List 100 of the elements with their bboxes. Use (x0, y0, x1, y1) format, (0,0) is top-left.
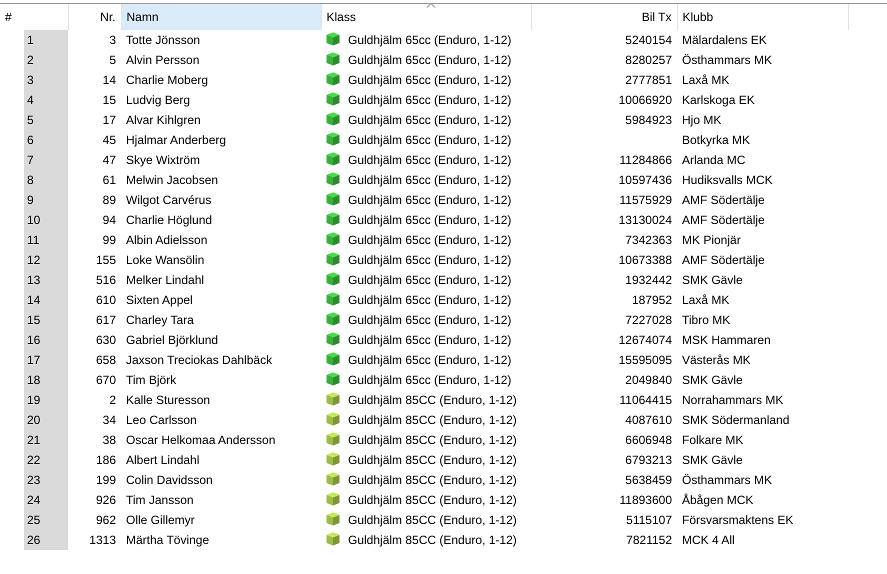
row-number: 14 (24, 290, 68, 310)
start-number: 45 (68, 130, 121, 150)
column-header[interactable]: Bil Tx (531, 4, 677, 30)
row-number: 25 (24, 510, 68, 530)
name-cell-text: Sixten Appel (125, 292, 194, 309)
transponder-cell-text: 2777851 (624, 72, 673, 89)
club-cell-text: SMK Gävle (681, 372, 744, 389)
start-number: 89 (68, 190, 121, 210)
class-name: Guldhjälm 85CC (Enduro, 1-12) (348, 433, 517, 447)
name-cell-text: Charlie Höglund (125, 212, 214, 229)
class-name: Guldhjälm 65cc (Enduro, 1-12) (348, 353, 512, 367)
class-name: Guldhjälm 85CC (Enduro, 1-12) (348, 533, 517, 547)
start-number: 94 (68, 210, 121, 230)
class-name: Guldhjälm 65cc (Enduro, 1-12) (348, 53, 512, 67)
club-cell-text: AMF Södertälje (681, 212, 766, 229)
name-cell-text: Wilgot Carvérus (125, 192, 212, 209)
transponder-cell-text: 7821152 (625, 532, 673, 549)
start-number: 186 (68, 450, 121, 470)
start-number: 34 (68, 410, 121, 430)
class-name: Guldhjälm 65cc (Enduro, 1-12) (348, 93, 512, 107)
start-number: 47 (68, 150, 121, 170)
club-cell-text: SMK Södermanland (681, 412, 790, 429)
transponder-cell-text: 5115107 (625, 512, 673, 529)
class-name: Guldhjälm 65cc (Enduro, 1-12) (348, 153, 512, 167)
club-cell-text: AMF Södertälje (681, 192, 766, 209)
row-number: 5 (24, 110, 68, 130)
name-cell-text: Gabriel Björklund (125, 332, 220, 349)
row-number: 4 (24, 90, 68, 110)
column-header[interactable]: Namn (121, 4, 321, 30)
row-number: 21 (24, 430, 68, 450)
class-name: Guldhjälm 65cc (Enduro, 1-12) (348, 333, 512, 347)
start-number: 610 (68, 290, 121, 310)
column-header[interactable]: Klass (321, 4, 531, 30)
row-number: 7 (24, 150, 68, 170)
name-cell-text: Albert Lindahl (125, 452, 200, 469)
club-cell-text: Tibro MK (681, 312, 732, 329)
class-name: Guldhjälm 65cc (Enduro, 1-12) (348, 73, 512, 87)
name-cell-text: Jaxson Treciokas Dahlbäck (125, 352, 274, 369)
row-number: 3 (24, 70, 68, 90)
class-name: Guldhjälm 65cc (Enduro, 1-12) (348, 213, 512, 227)
transponder-cell-text: 11284866 (618, 152, 673, 169)
class-name: Guldhjälm 85CC (Enduro, 1-12) (348, 513, 517, 527)
name-cell: Totte Jönsson (121, 30, 321, 50)
start-number: 14 (68, 70, 121, 90)
start-number: 617 (68, 310, 121, 330)
name-cell-text: Skye Wixtröm (125, 152, 202, 169)
start-number: 15 (68, 90, 121, 110)
row-number: 8 (24, 170, 68, 190)
transponder-cell-text: 10597436 (618, 172, 673, 189)
name-cell-text: Colin Davidsson (125, 472, 214, 489)
transponder-cell-text: 8280257 (624, 52, 673, 69)
club-cell-text: Åbågen MCK (681, 492, 754, 509)
name-cell-text: Olle Gillemyr (125, 512, 196, 529)
club-cell-text: MCK 4 All (681, 532, 736, 549)
row-number: 6 (24, 130, 68, 150)
club-cell-text: MSK Hammaren (681, 332, 772, 349)
class-name: Guldhjälm 65cc (Enduro, 1-12) (348, 293, 512, 307)
transponder-cell-text: 11064415 (618, 392, 673, 409)
start-number: 38 (68, 430, 121, 450)
name-cell-text: Leo Carlsson (125, 412, 198, 429)
start-number: 199 (68, 470, 121, 490)
class-name: Guldhjälm 65cc (Enduro, 1-12) (348, 33, 512, 47)
transponder-cell-text: 6606948 (624, 432, 673, 449)
row-number: 13 (24, 270, 68, 290)
start-number: 17 (68, 110, 121, 130)
start-number: 516 (68, 270, 121, 290)
club-cell-text: Östhammars MK (681, 52, 774, 69)
transponder-cell-text: 7342363 (624, 232, 673, 249)
club-cell-text: Arlanda MC (681, 152, 746, 169)
name-cell-text: Melwin Jacobsen (125, 172, 220, 189)
row-number: 23 (24, 470, 68, 490)
row-number: 16 (24, 330, 68, 350)
row-number: 24 (24, 490, 68, 510)
club-cell-text: Folkare MK (681, 432, 744, 449)
row-number: 2 (24, 50, 68, 70)
transponder-cell-text: 7227028 (624, 312, 673, 329)
start-number: 630 (68, 330, 121, 350)
name-cell-text: Alvin Persson (125, 52, 200, 69)
start-number: 926 (68, 490, 121, 510)
club-cell-text: Hjo MK (681, 112, 722, 129)
club-cell-text: Västerås MK (681, 352, 752, 369)
class-name: Guldhjälm 85CC (Enduro, 1-12) (348, 453, 517, 467)
club-cell-text: Laxå MK (681, 72, 730, 89)
class-name: Guldhjälm 85CC (Enduro, 1-12) (348, 393, 517, 407)
club-cell-text: Laxå MK (681, 292, 730, 309)
class-name: Guldhjälm 65cc (Enduro, 1-12) (348, 273, 512, 287)
column-header[interactable]: Nr. (68, 4, 121, 30)
start-number: 1313 (68, 530, 121, 550)
name-cell-text: Hjalmar Anderberg (125, 132, 228, 149)
row-number: 22 (24, 450, 68, 470)
name-cell-text: Loke Wansölin (125, 252, 206, 269)
start-number: 962 (68, 510, 121, 530)
column-header[interactable]: Klubb (677, 4, 848, 30)
club-cell-text: AMF Södertälje (681, 252, 766, 269)
transponder-cell: 5240154 (531, 30, 677, 50)
class-name: Guldhjälm 65cc (Enduro, 1-12) (348, 173, 512, 187)
class-name: Guldhjälm 65cc (Enduro, 1-12) (348, 313, 512, 327)
start-number: 61 (68, 170, 121, 190)
start-number: 99 (68, 230, 121, 250)
name-cell-text: Oscar Helkomaa Andersson (125, 432, 276, 449)
